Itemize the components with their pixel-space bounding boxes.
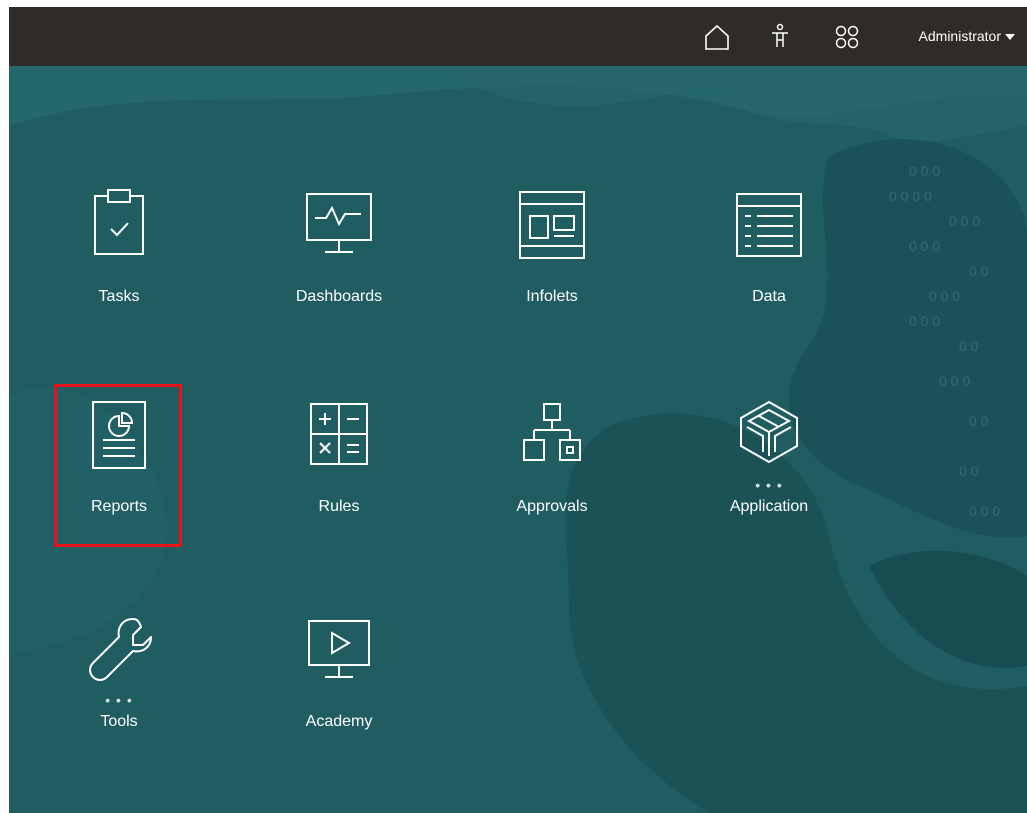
wrench-icon <box>89 618 152 681</box>
chevron-down-icon <box>1005 34 1015 41</box>
tile-label: Tasks <box>98 288 140 305</box>
clipboard-check-icon <box>94 189 144 255</box>
tile-label: Infolets <box>526 288 578 305</box>
tile-rules[interactable]: Rules <box>274 388 404 553</box>
tile-tasks[interactable]: Tasks <box>54 178 184 343</box>
tile-label: Tools <box>100 713 138 730</box>
svg-text:0 0 0: 0 0 0 <box>909 313 940 329</box>
tile-label: Rules <box>318 498 360 515</box>
svg-text:0 0 0: 0 0 0 <box>909 163 940 179</box>
svg-text:0 0 0: 0 0 0 <box>969 503 1000 519</box>
navigator-icon[interactable] <box>831 21 863 53</box>
svg-text:0 0 0: 0 0 0 <box>909 238 940 254</box>
play-monitor-icon <box>308 620 370 678</box>
svg-text:0 0: 0 0 <box>959 338 979 354</box>
data-grid-icon <box>736 193 802 257</box>
svg-text:0 0: 0 0 <box>959 463 979 479</box>
svg-text:0 0 0: 0 0 0 <box>939 373 970 389</box>
tile-label: Academy <box>305 713 373 730</box>
tile-application[interactable]: • • • Application <box>704 388 834 553</box>
tile-label: Reports <box>90 498 148 515</box>
tile-label: Application <box>729 498 809 515</box>
tile-academy[interactable]: Academy <box>274 603 404 768</box>
user-menu-label: Administrator <box>918 28 1001 44</box>
cube-icon <box>740 400 798 464</box>
infolet-panel-icon <box>519 191 585 259</box>
report-chart-icon <box>92 401 146 469</box>
svg-text:0 0 0: 0 0 0 <box>929 288 960 304</box>
svg-text:0 0 0: 0 0 0 <box>949 213 980 229</box>
svg-text:0 0 0 0: 0 0 0 0 <box>889 188 932 204</box>
tile-infolets[interactable]: Infolets <box>487 178 617 343</box>
monitor-pulse-icon <box>306 193 372 253</box>
tile-label: Dashboards <box>295 288 383 305</box>
tile-label: Approvals <box>516 498 588 515</box>
tile-data[interactable]: Data <box>704 178 834 343</box>
tile-dashboards[interactable]: Dashboards <box>274 178 404 343</box>
global-header: Administrator <box>9 7 1027 66</box>
more-indicator: • • • <box>105 692 133 708</box>
accessibility-icon[interactable] <box>764 21 796 53</box>
calculator-icon <box>310 403 368 465</box>
svg-text:0 0: 0 0 <box>969 413 989 429</box>
tile-tools[interactable]: • • • Tools <box>54 603 184 768</box>
tile-approvals[interactable]: Approvals <box>487 388 617 553</box>
springboard: 0 0 0 0 0 0 0 0 0 0 0 0 0 0 0 0 0 0 0 0 0 0 … <box>9 66 1027 813</box>
tile-label: Data <box>752 288 786 305</box>
user-menu[interactable]: Administrator <box>919 7 1015 66</box>
tile-reports[interactable]: Reports <box>54 388 184 553</box>
home-icon[interactable] <box>701 21 733 53</box>
svg-text:0 0: 0 0 <box>969 263 989 279</box>
more-indicator: • • • <box>755 477 783 493</box>
hierarchy-icon <box>523 403 581 461</box>
